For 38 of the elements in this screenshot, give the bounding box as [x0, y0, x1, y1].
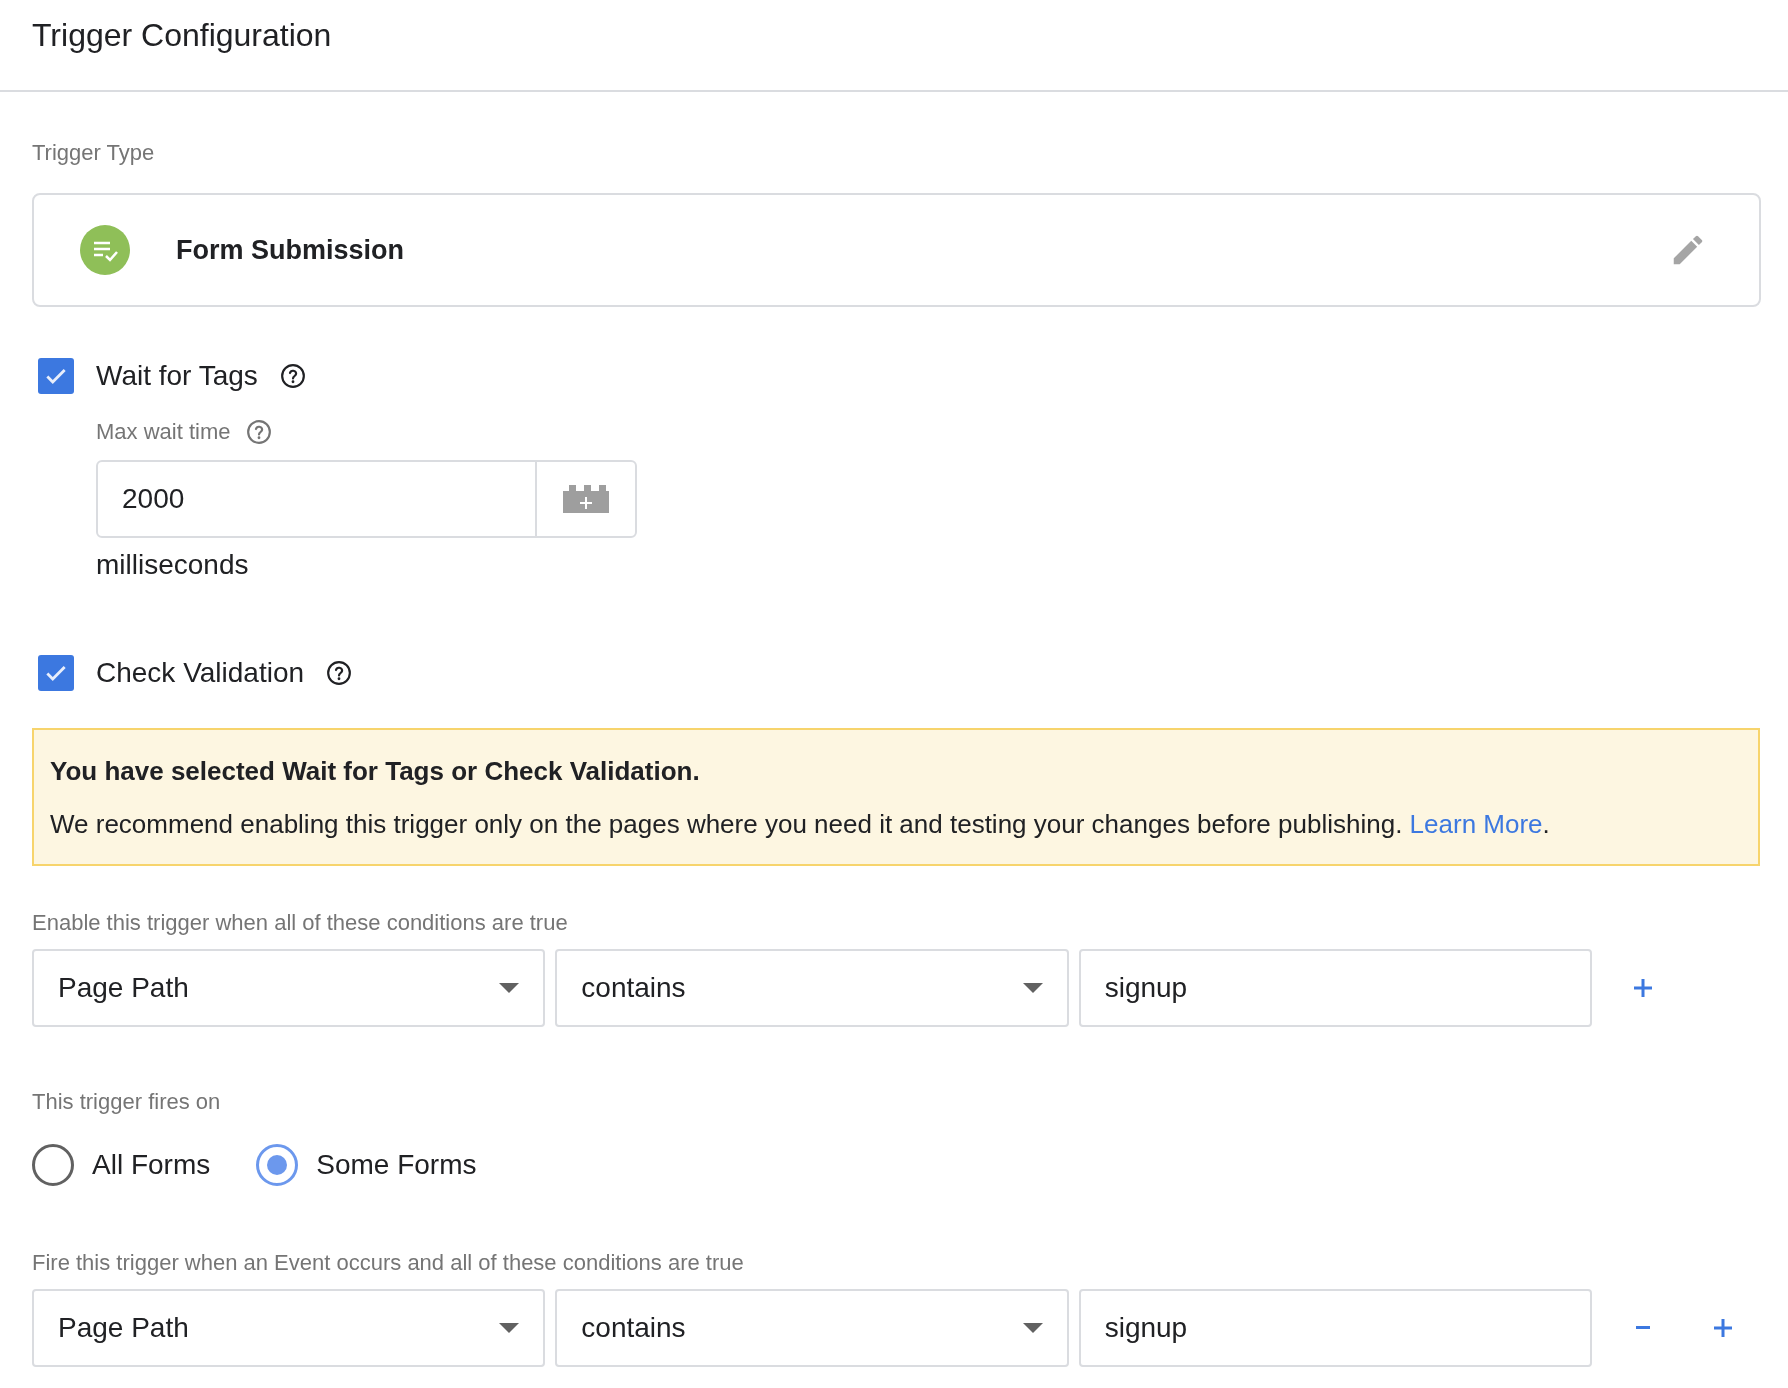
banner-title: You have selected Wait for Tags or Check Validation. — [50, 755, 701, 788]
dropdown[interactable]: contains — [555, 949, 1069, 1027]
banner-text: We recommend enabling this trigger only on the pages where you need it and testing your changes before publishing. Learn More. — [50, 808, 1551, 841]
value-field[interactable]: signup — [1078, 949, 1592, 1027]
caret-icon — [499, 983, 520, 993]
trigger-type-name: Form Submission — [176, 233, 405, 267]
section-label: Enable this trigger when all of these conditions are true — [32, 909, 569, 937]
max-wait-field[interactable]: 2000 — [96, 460, 637, 538]
form-check-icon — [80, 225, 130, 275]
option-label: Check Validation — [96, 656, 305, 690]
option-label: Wait for Tags — [96, 359, 258, 393]
caret-icon — [1022, 983, 1043, 993]
radio-button[interactable] — [256, 1144, 299, 1186]
caret-icon — [1022, 1323, 1043, 1333]
minus-icon — [1636, 1326, 1650, 1330]
learn-more-link[interactable]: Learn More — [1409, 809, 1543, 839]
plus-icon — [1633, 978, 1653, 998]
radio-label: All Forms — [92, 1148, 211, 1182]
trigger-type-card[interactable]: Form Submission — [32, 193, 1761, 307]
help-icon[interactable] — [279, 363, 306, 389]
dropdown[interactable]: contains — [555, 1289, 1069, 1367]
radio-button[interactable] — [32, 1144, 74, 1186]
section-label: Trigger Type — [32, 139, 156, 167]
section-label: Fire this trigger when an Event occurs and all of these conditions are true — [32, 1249, 745, 1277]
checkbox[interactable] — [38, 655, 74, 691]
plus-icon — [1713, 1318, 1733, 1338]
variable-block-icon[interactable] — [563, 485, 609, 513]
unit-label: milliseconds — [96, 548, 250, 582]
help-icon[interactable] — [326, 660, 353, 686]
dropdown[interactable]: Page Path — [32, 949, 546, 1027]
value-field[interactable]: signup — [1078, 1289, 1592, 1367]
checkbox[interactable] — [38, 358, 74, 394]
section-label: This trigger fires on — [32, 1088, 222, 1116]
page-title: Trigger Configuration — [32, 16, 332, 55]
field-label: Max wait time — [96, 418, 231, 446]
dropdown[interactable]: Page Path — [32, 1289, 546, 1367]
caret-icon — [499, 1323, 520, 1333]
radio-label: Some Forms — [316, 1148, 477, 1182]
